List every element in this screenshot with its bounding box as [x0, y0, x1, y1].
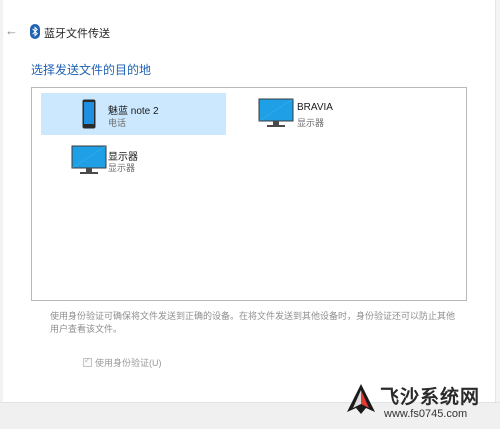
authentication-info-text: 使用身份验证可确保将文件发送到正确的设备。在将文件发送到其他设备时，身份验证还可…	[50, 311, 456, 334]
page-heading: 选择发送文件的目的地	[31, 63, 152, 77]
watermark-url: www.fs0745.com	[384, 408, 468, 420]
scrollbar-track[interactable]	[495, 0, 500, 428]
bluetooth-icon	[30, 24, 40, 39]
title-bar: ← 蓝牙文件传送	[0, 18, 500, 46]
device-item-bravia[interactable]: BRAVIA 显示器	[251, 93, 436, 135]
device-type: 显示器	[297, 118, 325, 128]
device-name: 魅蓝 note 2	[108, 106, 159, 117]
phone-icon	[82, 99, 96, 129]
window-left-edge	[0, 0, 3, 428]
watermark: 飞沙系统网 www.fs0745.com	[344, 380, 494, 426]
window-title: 蓝牙文件传送	[44, 28, 110, 40]
device-item-display[interactable]: 显示器 显示器	[41, 141, 226, 183]
authentication-checkbox-label: 使用身份验证(U)	[95, 358, 162, 368]
device-item-meilan-note-2[interactable]: 魅蓝 note 2 电话	[41, 93, 226, 135]
monitor-icon	[71, 145, 107, 174]
back-arrow-icon[interactable]: ←	[5, 24, 19, 38]
device-type: 显示器	[108, 163, 136, 173]
watermark-title: 飞沙系统网	[380, 386, 481, 408]
watermark-logo-icon	[347, 384, 375, 414]
checkmark-icon: ✓	[84, 356, 91, 365]
authentication-checkbox[interactable]: ✓ 使用身份验证(U)	[83, 356, 162, 369]
checkbox-box[interactable]: ✓	[83, 356, 92, 367]
monitor-icon	[258, 98, 294, 127]
device-list: 魅蓝 note 2 电话 BRAVIA 显示器 显示器 显示器	[31, 87, 467, 301]
device-name: BRAVIA	[297, 102, 333, 113]
device-type: 电话	[108, 118, 127, 128]
